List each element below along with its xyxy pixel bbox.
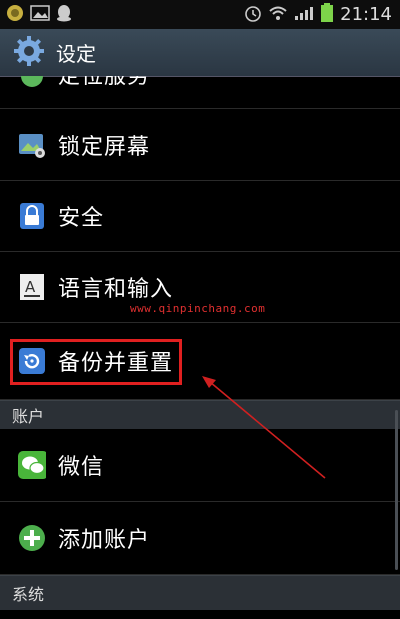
annotation-arrow bbox=[202, 376, 326, 479]
